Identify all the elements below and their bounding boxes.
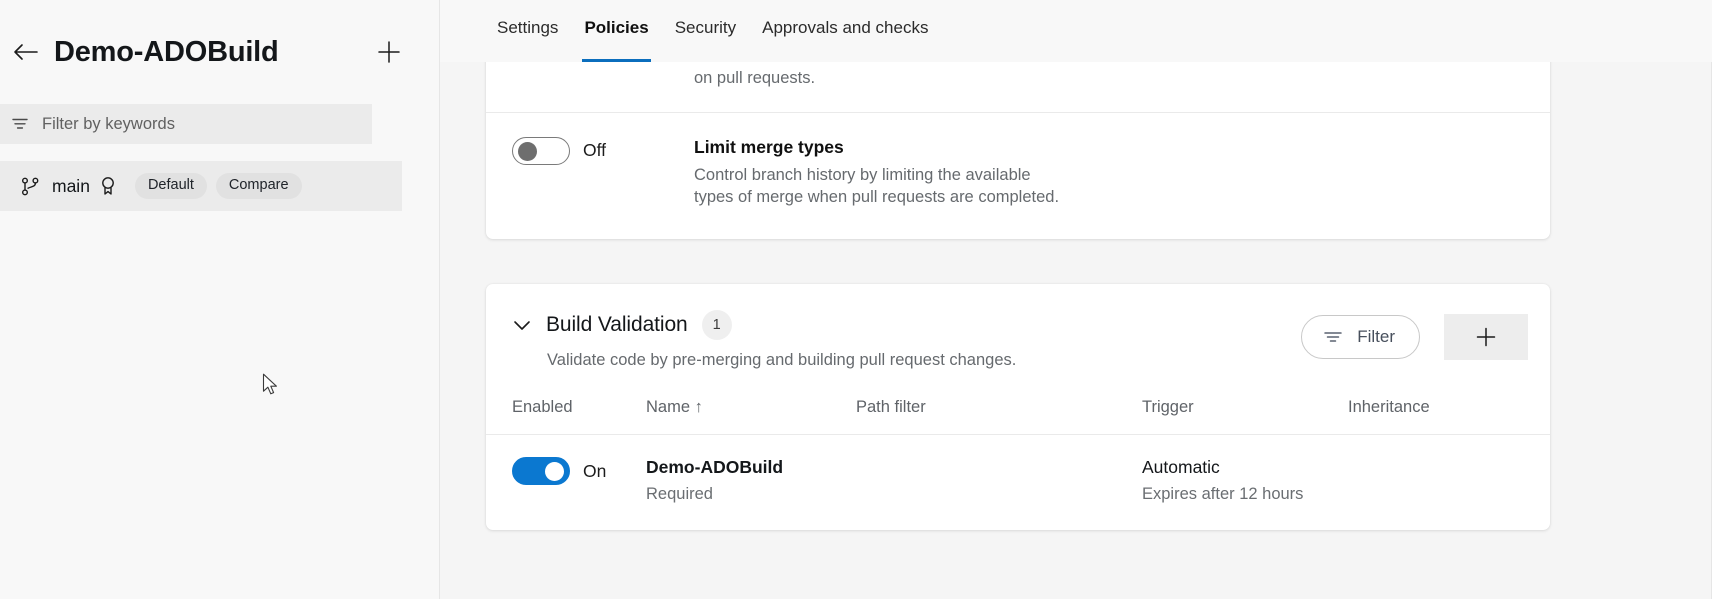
limit-merge-types-description: Control branch history by limiting the a… [694,164,1094,210]
add-build-policy-button[interactable] [1444,314,1528,360]
search-input[interactable]: Filter by keywords [0,104,372,144]
filter-icon [10,114,30,134]
plus-icon [1474,325,1498,349]
chevron-down-icon[interactable] [512,318,532,332]
tab-policies[interactable]: Policies [571,0,661,62]
table-header: Enabled Name ↑ Path filter Trigger Inher… [486,398,1550,435]
limit-merge-types-toggle-cell: Off [512,137,694,165]
build-validation-title-row: Build Validation 1 [512,310,1301,340]
cell-path-filter [856,435,1142,531]
table-row[interactable]: On Demo-ADOBuild Required Au [486,435,1550,531]
cell-name: Demo-ADOBuild Required [646,435,856,531]
filter-button[interactable]: Filter [1301,315,1420,359]
sidebar: Demo-ADOBuild Filter by keywords [0,0,440,599]
sidebar-header: Demo-ADOBuild [0,0,439,104]
policy-medal-icon [99,176,117,196]
limit-merge-types-title: Limit merge types [694,137,1550,158]
limit-merge-types-text: Limit merge types Control branch history… [694,137,1550,210]
build-policy-enabled-toggle[interactable] [512,457,570,485]
main-content: Settings Policies Security Approvals and… [440,0,1712,599]
tab-approvals-and-checks[interactable]: Approvals and checks [749,0,941,62]
branch-policies-card: Check to see that all comments have been… [486,54,1550,239]
toggle-knob [545,462,564,481]
cell-enabled: On [486,435,646,531]
limit-merge-types-row: Off Limit merge types Control branch his… [486,113,1550,240]
build-validation-header-left: Build Validation 1 Validate code by pre-… [512,310,1301,370]
filter-button-label: Filter [1357,327,1395,347]
branch-list-item-main[interactable]: main Default Compare [0,161,402,211]
build-validation-table: Enabled Name ↑ Path filter Trigger Inher… [486,398,1550,530]
build-policy-trigger: Automatic [1142,457,1348,478]
build-validation-header: Build Validation 1 Validate code by pre-… [486,284,1550,370]
build-policy-enabled-label: On [583,461,606,482]
limit-merge-types-toggle[interactable] [512,137,570,165]
build-validation-card: Build Validation 1 Validate code by pre-… [486,284,1550,530]
branch-icon [20,176,41,197]
branch-tag-default[interactable]: Default [135,173,207,199]
column-header-inheritance[interactable]: Inheritance [1348,398,1550,435]
branch-name-label: main [52,176,90,197]
table-header-row: Enabled Name ↑ Path filter Trigger Inher… [486,398,1550,435]
column-header-name[interactable]: Name ↑ [646,398,856,435]
mouse-cursor [262,373,279,402]
cell-inheritance [1348,435,1550,531]
comment-resolution-description-line2: on pull requests. [694,69,815,87]
tab-settings[interactable]: Settings [484,0,571,62]
build-policy-name[interactable]: Demo-ADOBuild [646,457,856,478]
plus-icon[interactable] [371,34,407,70]
limit-merge-types-toggle-label: Off [583,140,606,161]
build-policy-expiration: Expires after 12 hours [1142,485,1348,504]
table-body: On Demo-ADOBuild Required Au [486,435,1550,531]
build-validation-subtitle: Validate code by pre-merging and buildin… [547,351,1301,370]
build-policy-requirement: Required [646,485,856,504]
build-policy-enabled-toggle-cell: On [512,457,646,485]
limit-merge-types-description-line2: types of merge when pull requests are co… [694,188,1059,206]
sort-ascending-icon: ↑ [695,398,703,416]
column-header-path-filter[interactable]: Path filter [856,398,1142,435]
column-header-name-label: Name [646,398,690,416]
build-validation-count-badge: 1 [702,310,732,340]
branch-tag-compare[interactable]: Compare [216,173,302,199]
page-title: Demo-ADOBuild [54,38,371,67]
column-header-trigger[interactable]: Trigger [1142,398,1348,435]
cell-trigger: Automatic Expires after 12 hours [1142,435,1348,531]
toggle-knob [518,142,537,161]
policies-scroll-area[interactable]: Check to see that all comments have been… [440,62,1712,599]
build-validation-title: Build Validation [546,313,688,337]
tab-bar: Settings Policies Security Approvals and… [440,0,1712,62]
azure-devops-branch-policies-screen: Demo-ADOBuild Filter by keywords [0,0,1712,599]
limit-merge-types-description-line1: Control branch history by limiting the a… [694,166,1031,184]
back-arrow-icon[interactable] [0,32,52,72]
build-validation-header-actions: Filter [1301,310,1528,360]
filter-icon [1322,328,1344,346]
search-input-placeholder: Filter by keywords [42,115,175,134]
tab-security[interactable]: Security [662,0,749,62]
column-header-enabled[interactable]: Enabled [486,398,646,435]
